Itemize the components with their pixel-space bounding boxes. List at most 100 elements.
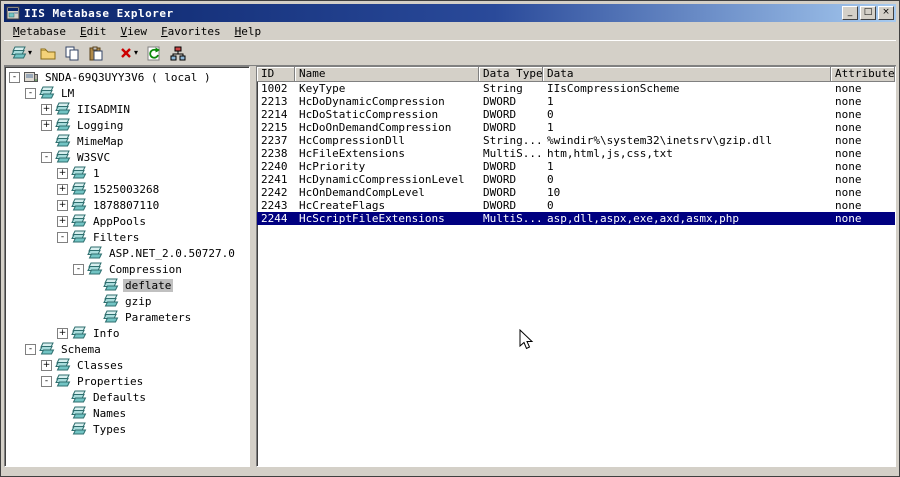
tree-item-iisadmin[interactable]: + IISADMIN: [5, 101, 249, 117]
collapse-box[interactable]: -: [9, 71, 20, 83]
tree-view: - SNDA-69Q3UYY3V6 ( local ) - LM + IISADMIN + L…: [4, 66, 250, 467]
tree-item-defaults[interactable]: Defaults: [5, 389, 249, 405]
tree-item-label: Defaults: [93, 390, 146, 404]
menu-help[interactable]: Help: [228, 23, 269, 40]
tree-item-gzip[interactable]: gzip: [5, 293, 249, 309]
cell-type: DWORD: [483, 173, 517, 186]
expand-box[interactable]: +: [41, 119, 52, 131]
tree-item-1[interactable]: +1: [5, 165, 249, 181]
collapse-box[interactable]: -: [57, 231, 68, 243]
cell-id: 2241: [261, 173, 288, 186]
collapse-box[interactable]: -: [41, 375, 52, 387]
tree-item-types[interactable]: Types: [5, 421, 249, 437]
table-row-2243[interactable]: 2243 HcCreateFlags DWORD 0 none: [257, 199, 895, 212]
cell-name: HcScriptFileExtensions: [299, 212, 445, 225]
tree-item-schema[interactable]: - Schema: [5, 341, 249, 357]
cell-id: 2213: [261, 95, 288, 108]
paste-icon: [88, 46, 104, 61]
table-row-2241[interactable]: 2241 HcDynamicCompressionLevel DWORD 0 none: [257, 173, 895, 186]
cell-name: HcPriority: [299, 160, 366, 173]
table-row-2215[interactable]: 2215 HcDoOnDemandCompression DWORD 1 none: [257, 121, 895, 134]
table-row-2213[interactable]: 2213 HcDoDynamicCompression DWORD 1 none: [257, 95, 895, 108]
tree-item-w3svc[interactable]: - W3SVC: [5, 149, 249, 165]
tree-item-parameters[interactable]: Parameters: [5, 309, 249, 325]
column-header-id[interactable]: ID: [257, 67, 295, 82]
tree-item-1878807110[interactable]: +1878807110: [5, 197, 249, 213]
copy-button[interactable]: [61, 42, 83, 64]
minimize-button[interactable]: _: [842, 6, 858, 20]
paste-button[interactable]: [85, 42, 107, 64]
new-key-button[interactable]: ▾: [8, 42, 35, 64]
collapse-box[interactable]: -: [41, 151, 52, 163]
column-header-attributes[interactable]: Attributes: [831, 67, 895, 82]
cell-data: 0: [547, 108, 554, 121]
tree-item-deflate[interactable]: deflate: [5, 277, 249, 293]
menu-metabase[interactable]: Metabase: [6, 23, 73, 40]
tree-item-label: Classes: [77, 358, 124, 372]
tree-item-asp-net-2-0-50727-0[interactable]: ASP.NET_2.0.50727.0: [5, 245, 249, 261]
tree-item-compression[interactable]: - Compression: [5, 261, 249, 277]
tree-item-label: Names: [93, 406, 127, 420]
menu-bar: Metabase Edit View Favorites Help: [4, 22, 896, 40]
expand-box[interactable]: +: [57, 215, 68, 227]
cell-data: 0: [547, 173, 554, 186]
expand-box[interactable]: +: [57, 199, 68, 211]
cell-data: %windir%\system32\inetsrv\gzip.dll: [547, 134, 773, 147]
title-bar[interactable]: IIS Metabase Explorer _ □ ×: [4, 4, 896, 22]
tree-item-classes[interactable]: + Classes: [5, 357, 249, 373]
tree-item-info[interactable]: + Info: [5, 325, 249, 341]
expand-box[interactable]: +: [57, 327, 68, 339]
tree-item-label: Schema: [61, 342, 101, 356]
column-header-name[interactable]: Name: [295, 67, 479, 82]
metabase-key-icon: [55, 150, 71, 164]
tree-item-logging[interactable]: + Logging: [5, 117, 249, 133]
cell-type: String...: [483, 134, 543, 147]
tree-item-names[interactable]: Names: [5, 405, 249, 421]
maximize-button[interactable]: □: [860, 6, 876, 20]
metabase-key-icon: [87, 246, 103, 260]
tree-item-filters[interactable]: - Filters: [5, 229, 249, 245]
close-button[interactable]: ×: [878, 6, 894, 20]
tree-item-mimemap[interactable]: MimeMap: [5, 133, 249, 149]
copy-icon: [64, 46, 80, 61]
open-button[interactable]: [37, 42, 59, 64]
table-row-2242[interactable]: 2242 HcOnDemandCompLevel DWORD 10 none: [257, 186, 895, 199]
table-row-2214[interactable]: 2214 HcDoStaticCompression DWORD 0 none: [257, 108, 895, 121]
cell-type: DWORD: [483, 160, 517, 173]
collapse-box[interactable]: -: [25, 343, 36, 355]
tree-item-snda-69q3uyy3v6-local[interactable]: - SNDA-69Q3UYY3V6 ( local ): [5, 69, 249, 85]
collapse-box[interactable]: -: [73, 263, 84, 275]
table-row-2240[interactable]: 2240 HcPriority DWORD 1 none: [257, 160, 895, 173]
cell-data: 0: [547, 199, 554, 212]
table-row-2237[interactable]: 2237 HcCompressionDll String... %windir%\sy…: [257, 134, 895, 147]
metabase-key-icon: [103, 294, 119, 308]
expand-box[interactable]: +: [41, 103, 52, 115]
network-button[interactable]: [167, 42, 189, 64]
table-row-2244[interactable]: 2244 HcScriptFileExtensions MultiS... asp,d…: [257, 212, 895, 225]
menu-favorites[interactable]: Favorites: [154, 23, 228, 40]
collapse-box[interactable]: -: [25, 87, 36, 99]
delete-button[interactable]: ▾: [116, 42, 141, 64]
tree-item-1525003268[interactable]: +1525003268: [5, 181, 249, 197]
cell-id: 2244: [261, 212, 288, 225]
column-header-data[interactable]: Data: [543, 67, 831, 82]
tree-item-properties[interactable]: - Properties: [5, 373, 249, 389]
expand-box[interactable]: +: [57, 183, 68, 195]
expand-box[interactable]: +: [57, 167, 68, 179]
menu-view[interactable]: View: [113, 23, 154, 40]
expand-box[interactable]: +: [41, 359, 52, 371]
menu-edit[interactable]: Edit: [73, 23, 114, 40]
table-row-1002[interactable]: 1002 KeyType String IIsCompressionScheme non…: [257, 82, 895, 95]
refresh-button[interactable]: [143, 42, 165, 64]
tree-item-lm[interactable]: - LM: [5, 85, 249, 101]
tree-item-label: deflate: [123, 278, 174, 292]
column-header-data-type[interactable]: Data Type: [479, 67, 543, 82]
table-row-2238[interactable]: 2238 HcFileExtensions MultiS... htm,html,js…: [257, 147, 895, 160]
tree-item-apppools[interactable]: + AppPools: [5, 213, 249, 229]
